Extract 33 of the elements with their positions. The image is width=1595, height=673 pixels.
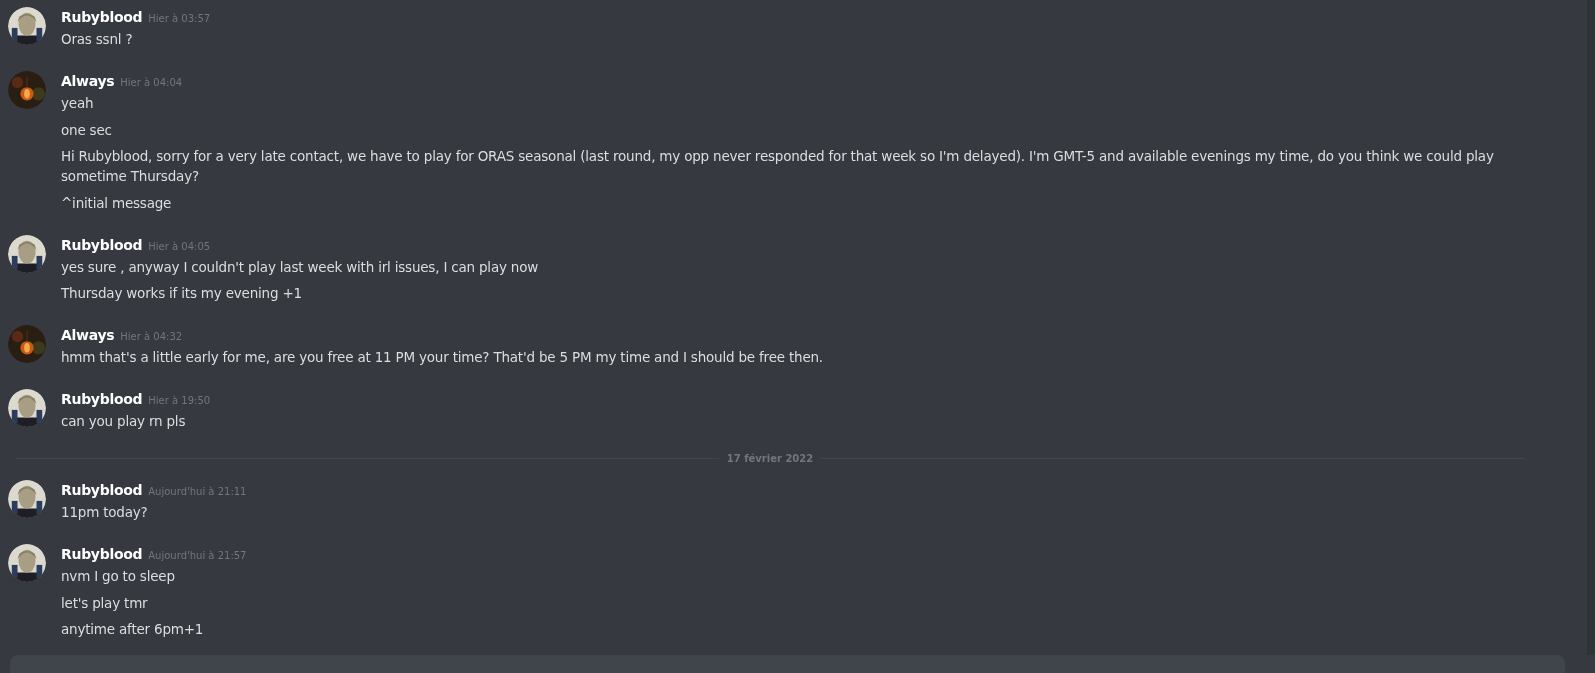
timestamp: Hier à 04:32 <box>120 331 183 342</box>
username[interactable]: Always <box>61 327 115 343</box>
message-text: yeah <box>61 94 95 113</box>
message-text: Oras ssnl ? <box>61 30 134 49</box>
username[interactable]: Rubyblood <box>61 391 143 407</box>
username[interactable]: Rubyblood <box>61 9 143 25</box>
username[interactable]: Always <box>61 73 115 89</box>
avatar[interactable] <box>8 7 46 45</box>
avatar[interactable] <box>8 71 46 109</box>
username[interactable]: Rubyblood <box>61 236 143 253</box>
date-divider-label: 17 février 2022 <box>726 452 814 466</box>
message-text: one sec <box>61 120 113 140</box>
avatar[interactable] <box>8 480 46 518</box>
avatar[interactable] <box>8 325 46 363</box>
timestamp: Hier à 04:05 <box>148 240 211 252</box>
message-text: let's play tmr <box>61 593 149 613</box>
username[interactable]: Rubyblood <box>61 546 143 562</box>
message-text: can you play rn pls <box>61 412 187 431</box>
message-text: Hi Rubyblood, sorry for a very late contact, we have to play for ORAS seasonal (last round, my opp never responded for that week so I'm delayed). I'm GMT-5 and available evenings my time, do you think we could play sometime Thursday? <box>61 147 1495 186</box>
message-text: ^initial message <box>61 193 173 213</box>
avatar[interactable] <box>8 389 46 427</box>
avatar[interactable] <box>8 234 46 273</box>
message-text: hmm that's a little early for me, are you free at 11 PM your time? That'd be 5 PM my time and I should be free then. <box>61 348 823 367</box>
message-text: Thursday works if its my evening +1 <box>61 284 303 303</box>
avatar[interactable] <box>8 544 46 582</box>
message-text: yes sure , anyway I couldn't play last week with irl issues, I can play now <box>61 257 539 277</box>
message-text: anytime after 6pm+1 <box>61 620 205 639</box>
message-text: nvm I go to sleep <box>61 567 176 586</box>
message-text: 11pm today? <box>61 503 149 522</box>
timestamp: Hier à 03:57 <box>148 13 211 24</box>
timestamp: Hier à 19:50 <box>148 395 211 406</box>
username[interactable]: Rubyblood <box>61 482 143 498</box>
timestamp: Hier à 04:04 <box>120 77 183 88</box>
